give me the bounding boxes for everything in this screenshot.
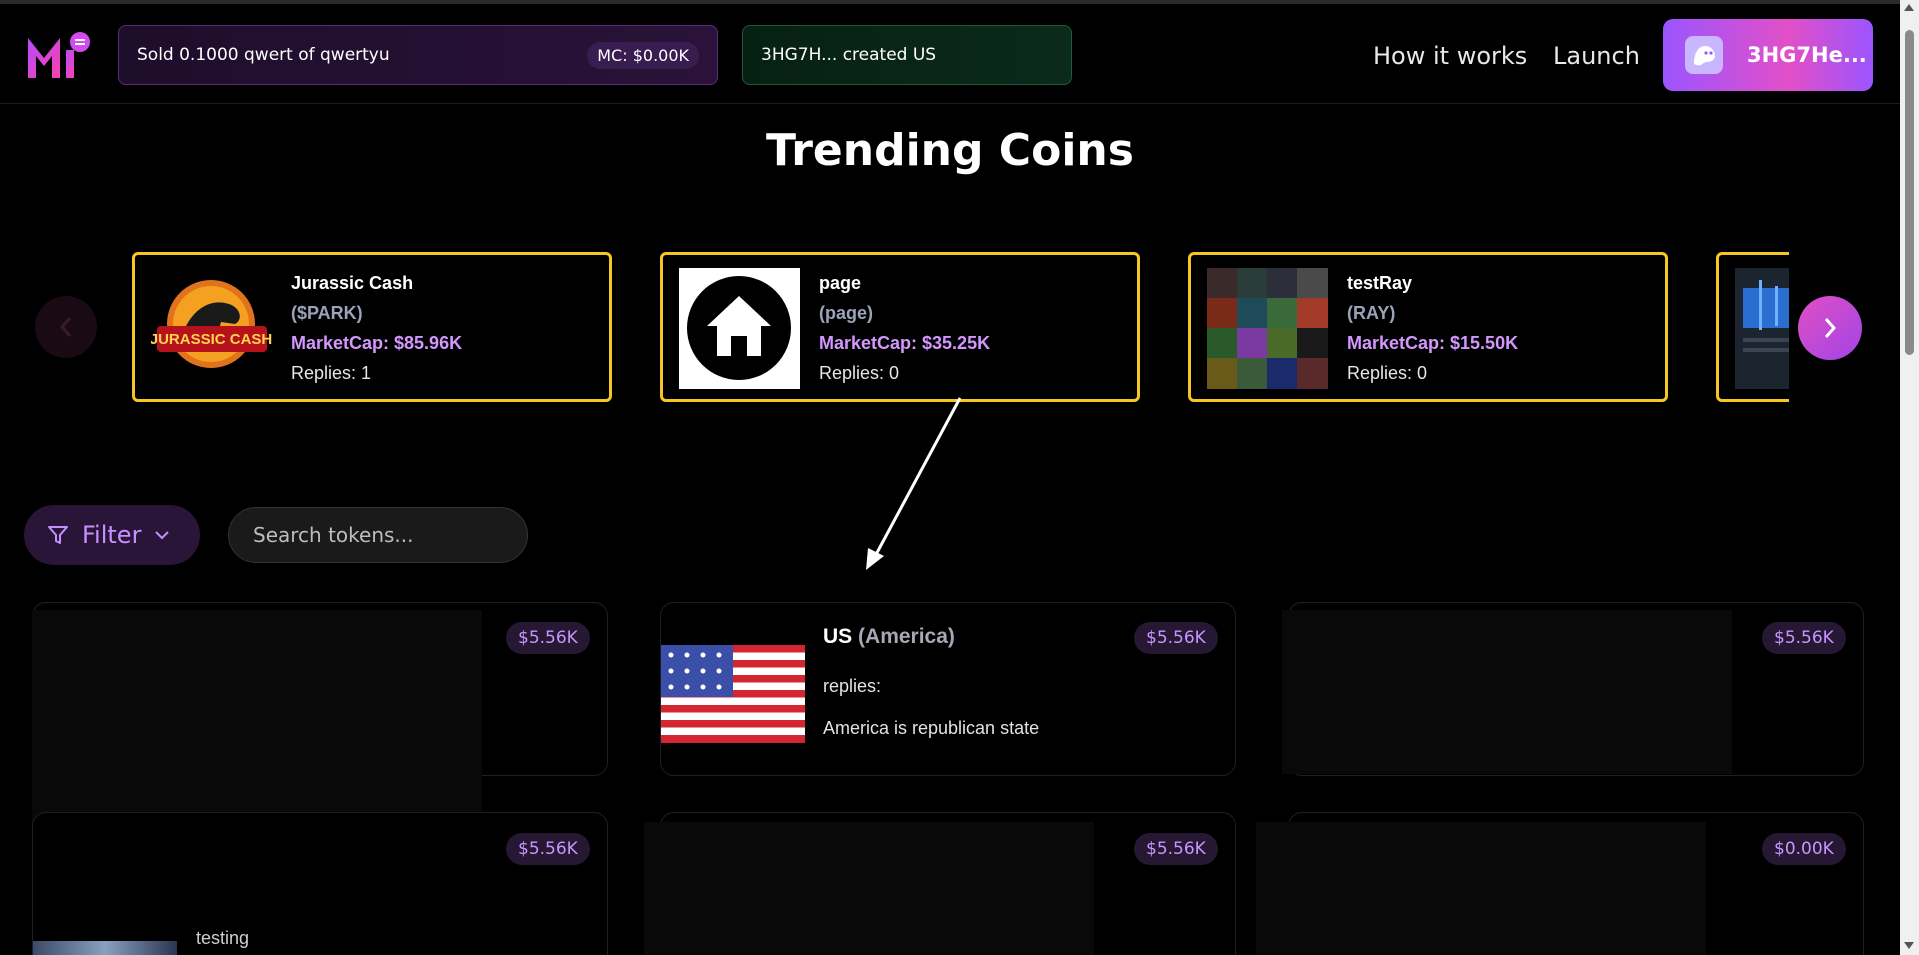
chart-image: [1735, 268, 1789, 389]
m-logo-icon[interactable]: [26, 30, 92, 80]
trending-card-name: page: [819, 273, 862, 293]
nav-how-it-works[interactable]: How it works: [1373, 42, 1527, 70]
trending-card[interactable]: page (page) MarketCap: $35.25K Replies: …: [660, 252, 1140, 402]
search-input[interactable]: [228, 507, 528, 563]
trending-card[interactable]: JURASSIC CASH Jurassic Cash ($PARK) Mark…: [132, 252, 612, 402]
ticker-sell-text: Sold 0.1000 qwert of qwertyu: [137, 45, 390, 65]
trending-card[interactable]: testRay (RAY) MarketCap: $15.50K Replies…: [1188, 252, 1668, 402]
trending-title: Trending Coins: [766, 125, 1134, 176]
jurassic-cash-logo: JURASSIC CASH: [151, 268, 272, 389]
coin-card-description: testing: [196, 928, 250, 948]
ghost-icon: [1685, 36, 1723, 74]
trending-card-replies: Replies: 0: [1347, 363, 1428, 383]
trending-card-symbol: (RAY): [1347, 303, 1396, 323]
jurassic-cash-logo-text: JURASSIC CASH: [151, 331, 272, 348]
ticker-sell[interactable]: Sold 0.1000 qwert of qwertyu MC: $0.00K: [118, 25, 718, 85]
trending-card-symbol: ($PARK): [291, 303, 363, 323]
coin-card-market-cap: $5.56K: [506, 622, 590, 654]
coin-card-name: US (America): [823, 625, 955, 649]
trending-card-market-cap: MarketCap: $15.50K: [1347, 333, 1519, 353]
coin-card-market-cap: $5.56K: [1134, 833, 1218, 865]
scroll-down-icon[interactable]: [1904, 942, 1914, 949]
us-flag-image: [661, 645, 805, 743]
ticker-create[interactable]: 3HG7H... created US: [742, 25, 1072, 85]
coin-card-market-cap: $0.00K: [1762, 833, 1846, 865]
coin-thumbnail: [33, 941, 177, 955]
trending-card-name: Jurassic Cash: [291, 273, 414, 293]
trending-card-symbol: (page): [819, 303, 873, 323]
carousel-prev-button[interactable]: [35, 296, 97, 358]
home-icon: [679, 268, 800, 389]
coin-card-market-cap: $5.56K: [506, 833, 590, 865]
app-page: Sold 0.1000 qwert of qwertyu MC: $0.00K …: [0, 0, 1919, 955]
coin-card-replies: replies:: [823, 676, 882, 696]
filter-button[interactable]: Filter: [24, 505, 200, 565]
wallet-button[interactable]: 3HG7He...: [1663, 19, 1873, 91]
chevron-left-icon: [59, 317, 72, 337]
filter-label: Filter: [82, 521, 142, 549]
nav-launch[interactable]: Launch: [1553, 42, 1640, 70]
trending-card-market-cap: MarketCap: $35.25K: [819, 333, 991, 353]
scroll-up-icon[interactable]: [1904, 4, 1914, 11]
loading-placeholder: [1256, 822, 1706, 955]
chevron-down-icon: [155, 531, 170, 540]
ticker-create-text: 3HG7H... created US: [761, 45, 937, 65]
trending-card-replies: Replies: 1: [291, 363, 372, 383]
chevron-right-icon: [1824, 318, 1837, 338]
trending-card-name: testRay: [1347, 273, 1413, 293]
collage-image: [1207, 268, 1328, 389]
coin-name: US: [823, 625, 853, 648]
coin-symbol: (America): [858, 625, 955, 648]
coin-card-description: America is republican state: [823, 718, 1040, 738]
ticker-mc-badge: MC: $0.00K: [587, 41, 699, 69]
trending-card-replies: Replies: 0: [819, 363, 900, 383]
vertical-scrollbar[interactable]: [1900, 0, 1919, 955]
header: Sold 0.1000 qwert of qwertyu MC: $0.00K …: [0, 4, 1900, 104]
trending-carousel: JURASSIC CASH Jurassic Cash ($PARK) Mark…: [130, 252, 1789, 404]
wallet-label: 3HG7He...: [1747, 43, 1867, 67]
loading-placeholder: [1282, 610, 1732, 774]
carousel-next-button[interactable]: [1798, 296, 1862, 360]
trending-card[interactable]: [1716, 252, 1789, 402]
loading-placeholder: [644, 822, 1094, 955]
coin-card-market-cap: $5.56K: [1762, 622, 1846, 654]
trending-card-market-cap: MarketCap: $85.96K: [291, 333, 463, 353]
scroll-thumb[interactable]: [1905, 30, 1914, 355]
coin-card-market-cap: $5.56K: [1134, 622, 1218, 654]
filter-icon: [48, 526, 68, 544]
